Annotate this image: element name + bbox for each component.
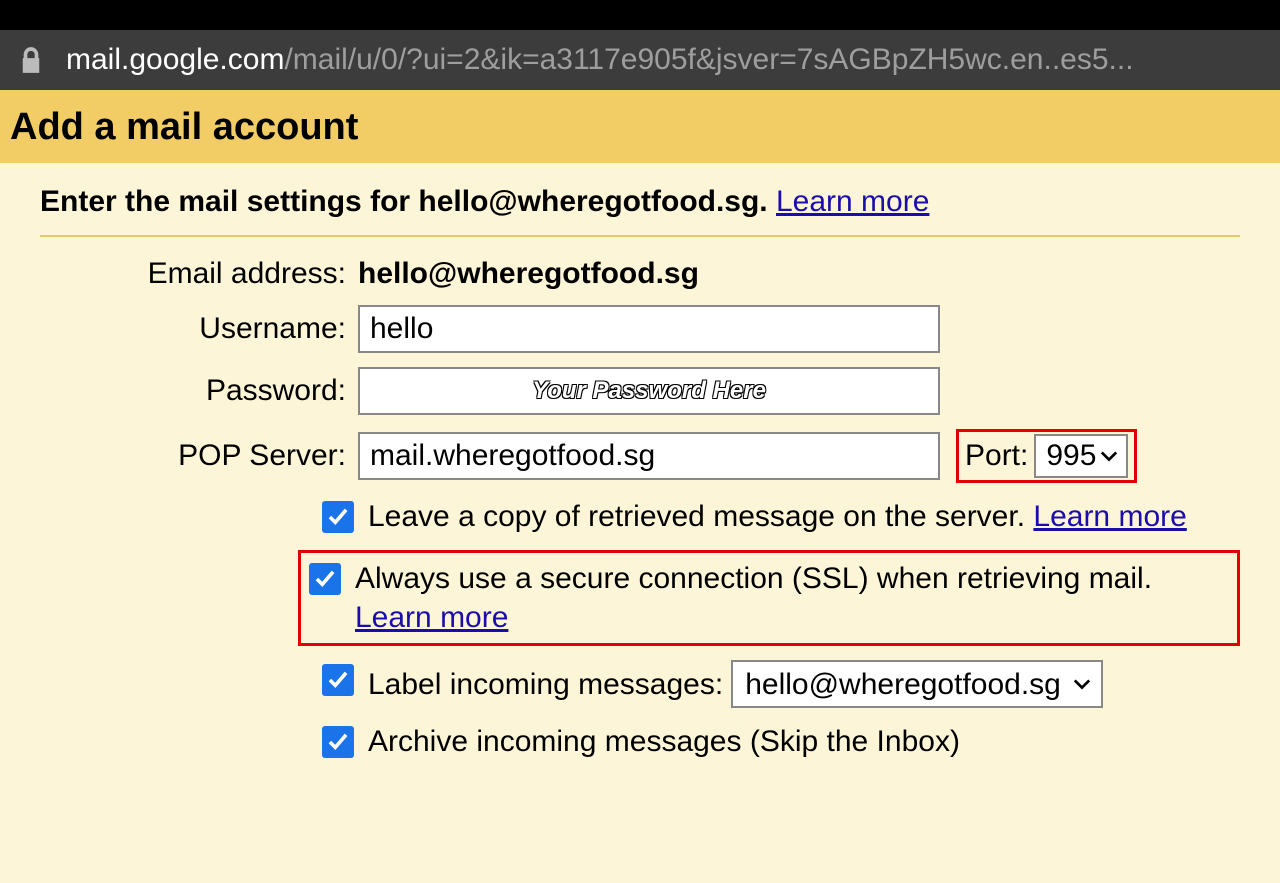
ssl-checkbox[interactable] bbox=[309, 563, 341, 595]
label-select-value: hello@wheregotfood.sg bbox=[745, 665, 1061, 704]
leave-copy-checkbox[interactable] bbox=[322, 501, 354, 533]
port-label: Port: bbox=[965, 439, 1028, 473]
dialog-title: Add a mail account bbox=[10, 106, 1270, 149]
ssl-highlight: Always use a secure connection (SSL) whe… bbox=[298, 550, 1240, 646]
leave-copy-row: Leave a copy of retrieved message on the… bbox=[40, 497, 1240, 536]
url-path: /mail/u/0/?ui=2&ik=a3117e905f&jsver=7sAG… bbox=[284, 43, 1133, 77]
divider bbox=[40, 235, 1240, 237]
label-messages-text: Label incoming messages: bbox=[368, 665, 723, 704]
archive-text: Archive incoming messages (Skip the Inbo… bbox=[368, 725, 960, 758]
port-highlight: Port: 995 bbox=[956, 429, 1137, 483]
leave-copy-text: Leave a copy of retrieved message on the… bbox=[368, 500, 1033, 533]
pop-server-input[interactable] bbox=[358, 432, 940, 480]
label-messages-row: Label incoming messages: hello@wheregotf… bbox=[40, 660, 1240, 708]
window-top-border bbox=[0, 0, 1280, 30]
port-select[interactable]: 995 bbox=[1034, 434, 1128, 478]
port-value: 995 bbox=[1046, 439, 1096, 473]
dialog-header: Add a mail account bbox=[0, 90, 1280, 163]
archive-row: Archive incoming messages (Skip the Inbo… bbox=[40, 722, 1240, 761]
pop-server-row: POP Server: Port: 995 bbox=[40, 429, 1240, 483]
label-select[interactable]: hello@wheregotfood.sg bbox=[731, 660, 1103, 708]
email-value: hello@wheregotfood.sg bbox=[358, 257, 699, 291]
instruction-prefix: Enter the mail settings for hello@whereg… bbox=[40, 185, 776, 218]
password-input[interactable] bbox=[358, 367, 940, 415]
chevron-down-icon bbox=[1100, 450, 1118, 462]
learn-more-link[interactable]: Learn more bbox=[776, 185, 929, 218]
pop-server-label: POP Server: bbox=[40, 439, 358, 473]
email-label: Email address: bbox=[40, 257, 358, 291]
archive-checkbox[interactable] bbox=[322, 726, 354, 758]
label-checkbox[interactable] bbox=[322, 664, 354, 696]
instruction-text: Enter the mail settings for hello@whereg… bbox=[40, 185, 1240, 219]
username-row: Username: bbox=[40, 305, 1240, 353]
ssl-text: Always use a secure connection (SSL) whe… bbox=[355, 562, 1152, 595]
chevron-down-icon bbox=[1073, 678, 1091, 690]
ssl-learn-more-link[interactable]: Learn more bbox=[355, 601, 508, 634]
username-label: Username: bbox=[40, 312, 358, 346]
address-bar[interactable]: mail.google.com/mail/u/0/?ui=2&ik=a3117e… bbox=[0, 30, 1280, 90]
dialog-body: Enter the mail settings for hello@whereg… bbox=[0, 163, 1280, 883]
password-label: Password: bbox=[40, 374, 358, 408]
url-domain: mail.google.com bbox=[66, 43, 284, 77]
leave-copy-learn-more-link[interactable]: Learn more bbox=[1033, 500, 1186, 533]
username-input[interactable] bbox=[358, 305, 940, 353]
password-row: Password: Your Password Here bbox=[40, 367, 1240, 415]
lock-icon bbox=[20, 47, 42, 73]
email-row: Email address: hello@wheregotfood.sg bbox=[40, 257, 1240, 291]
